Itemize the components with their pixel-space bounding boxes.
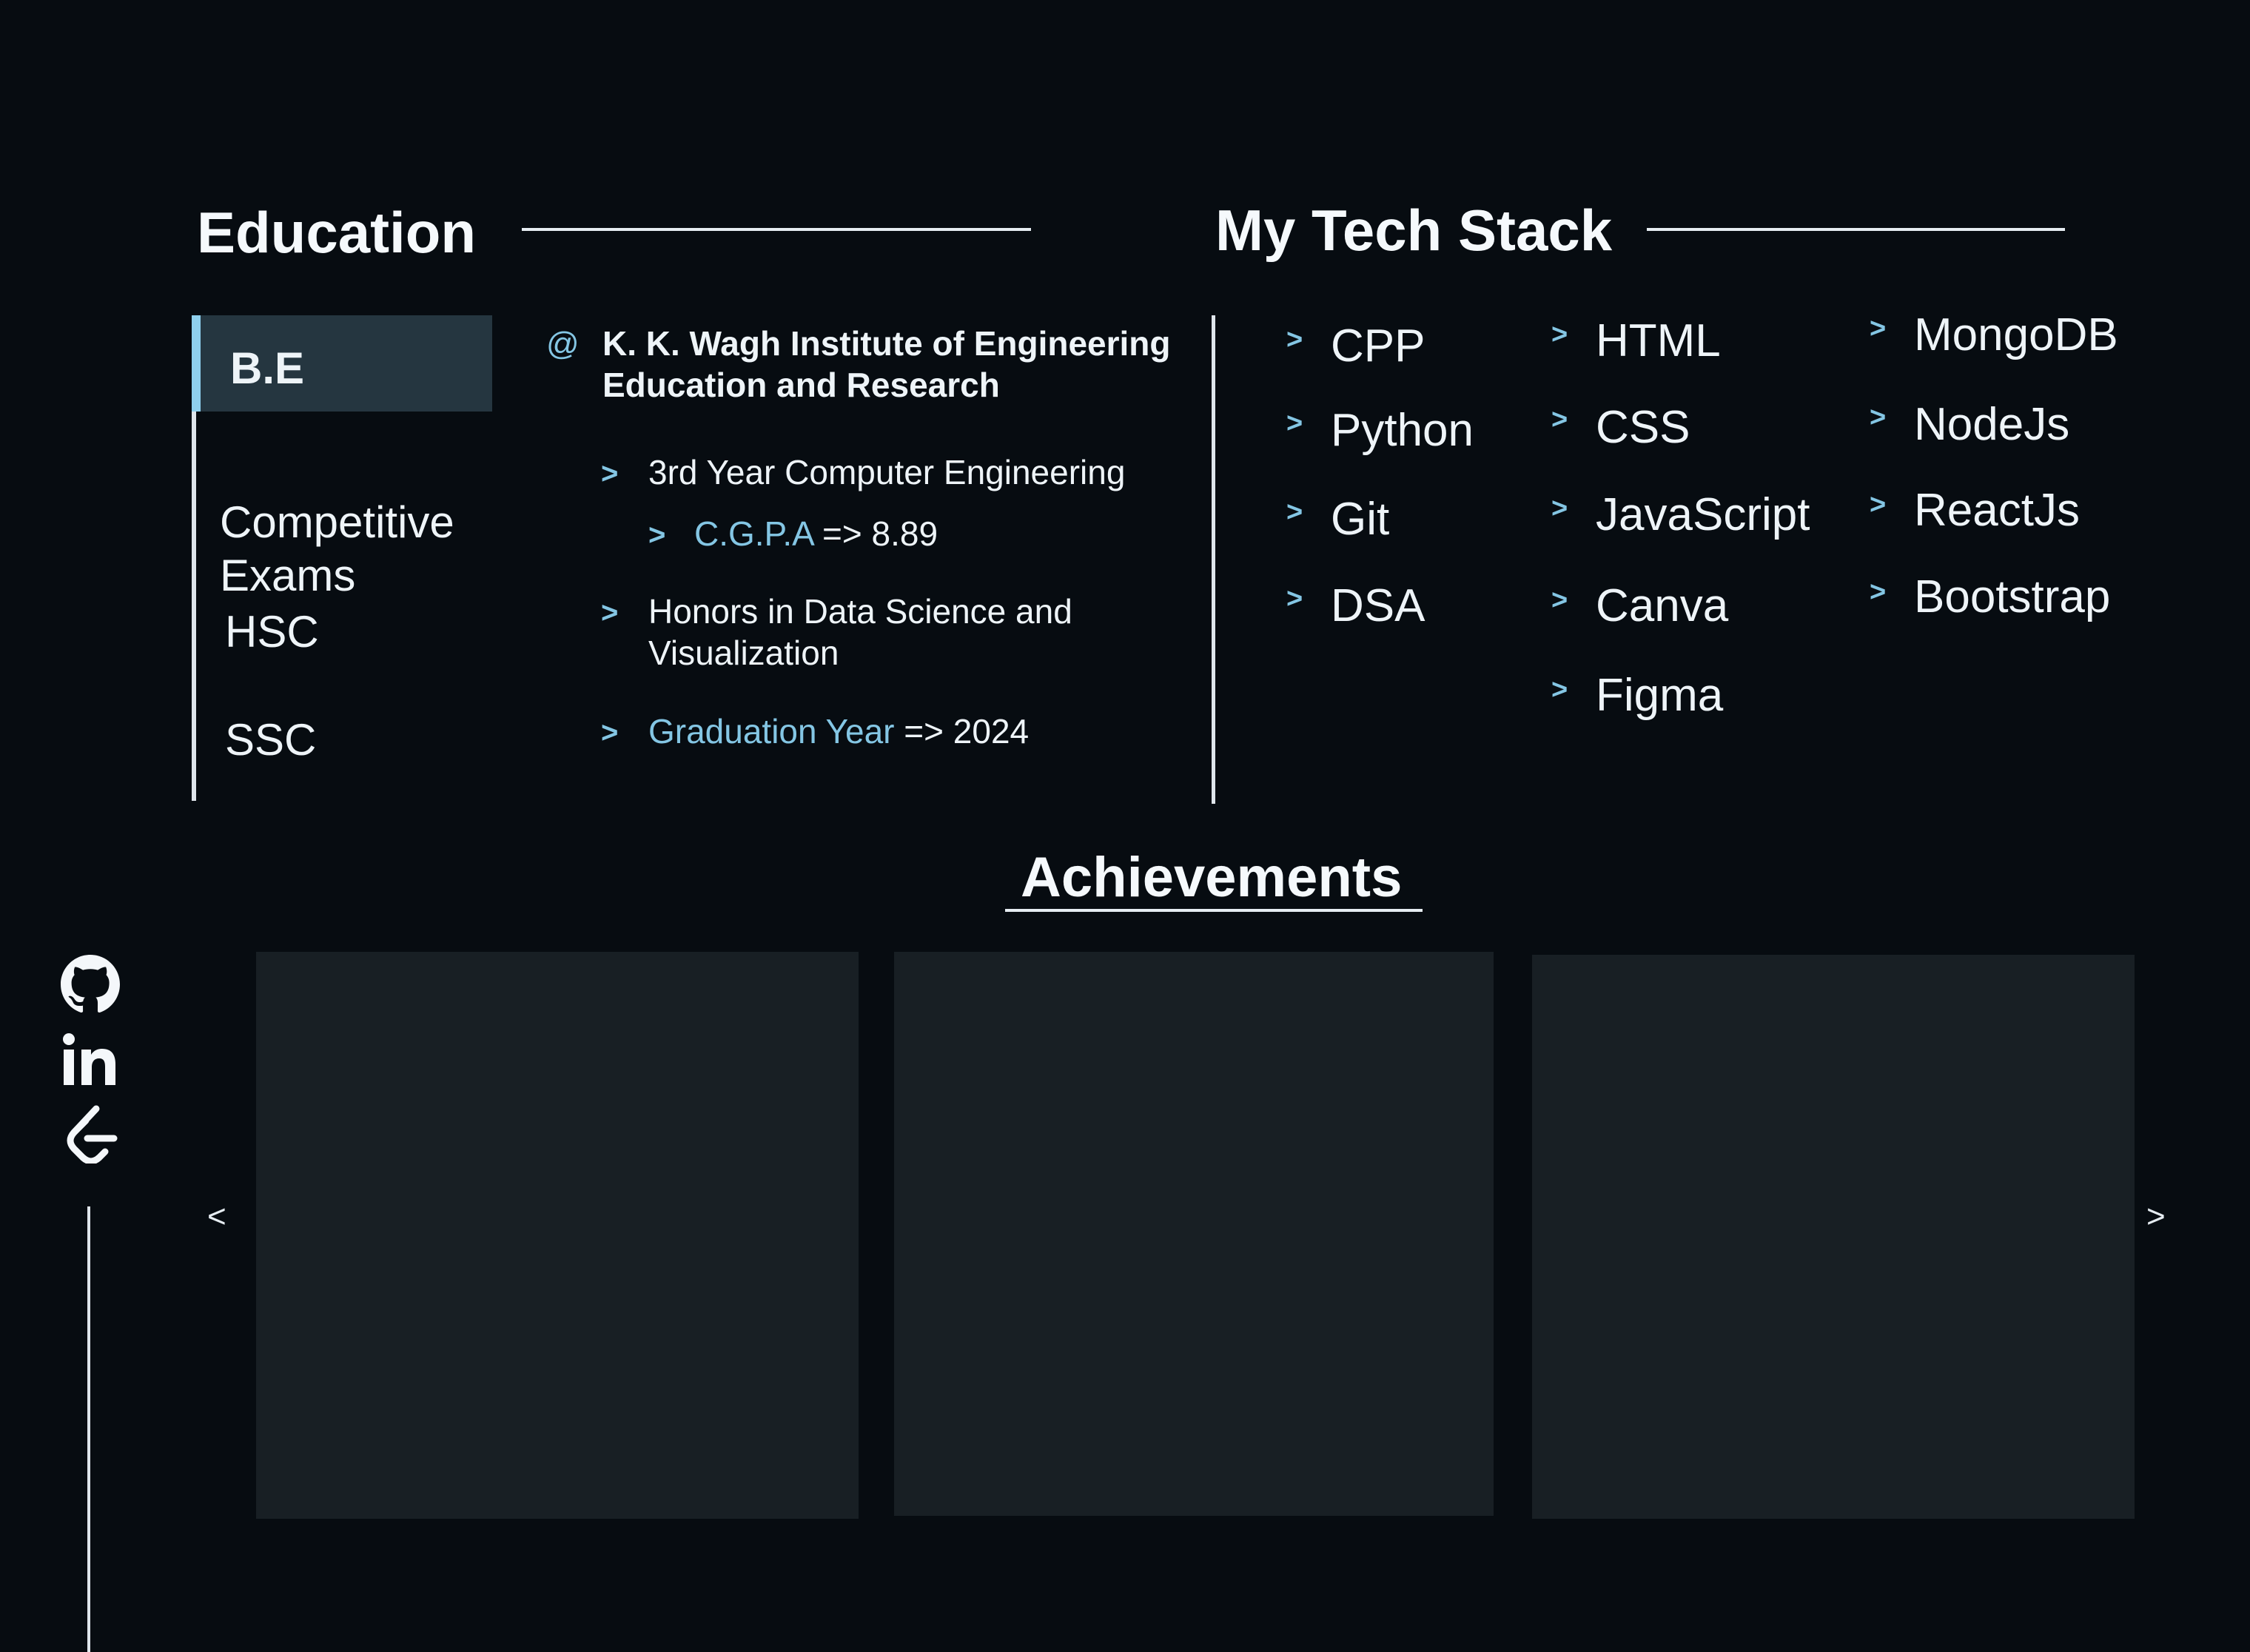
tech-item: JavaScript [1596,489,1810,540]
at-icon: @ [546,326,580,362]
chevron-right-icon: > [601,457,619,490]
tech-item: HTML [1596,315,1721,366]
achievements-underline [1005,909,1423,912]
tab-competitive-exams-label: Competitive Exams [220,497,454,600]
tab-be-label: B.E [230,343,305,393]
chevron-right-icon: > [601,716,619,749]
year-detail: 3rd Year Computer Engineering [648,453,1126,491]
tech-item: CSS [1596,402,1690,453]
github-icon[interactable] [61,955,120,1014]
chevron-right-icon: > [1286,324,1303,355]
chevron-right-icon: > [601,597,619,629]
tech-item: Figma [1596,670,1724,721]
achievements-title: Achievements [1021,846,1403,909]
tech-item: ReactJs [1914,485,2080,536]
tab-hsc[interactable]: HSC [192,605,525,659]
tech-stack-divider [1212,315,1215,804]
tab-hsc-label: HSC [225,607,319,657]
tab-ssc-label: SSC [225,715,317,765]
achievement-card[interactable] [1532,955,2135,1519]
tech-item: DSA [1331,580,1425,631]
cgpa-detail: C.G.P.A => 8.89 [694,513,938,554]
tab-competitive-exams[interactable]: Competitive Exams [192,443,520,602]
chevron-right-icon: > [648,519,666,551]
carousel-prev-button[interactable]: < [207,1201,226,1233]
chevron-right-icon: > [1286,497,1303,528]
institute-name: K. K. Wagh Institute of Engineering Educ… [602,324,1171,404]
tech-item: Canva [1596,580,1729,631]
leetcode-icon[interactable] [61,1104,120,1165]
cgpa-value: => 8.89 [813,514,938,553]
education-title-rule [522,228,1031,231]
carousel-next-button[interactable]: > [2146,1201,2166,1233]
tech-item: Python [1331,405,1474,456]
social-rail-line [87,1206,90,1652]
chevron-right-icon: > [1870,313,1887,344]
chevron-right-icon: > [1551,404,1568,435]
chevron-right-icon: > [1870,577,1887,608]
linkedin-icon[interactable] [61,1029,120,1088]
honors-detail: Honors in Data Science and Visualization [648,592,1072,672]
achievement-card[interactable] [256,952,859,1519]
chevron-right-icon: > [1551,319,1568,350]
tech-stack-title-rule [1647,228,2065,231]
chevron-right-icon: > [1286,408,1303,439]
tab-be[interactable]: B.E [192,315,492,412]
graduation-label: Graduation Year [648,712,895,751]
graduation-value: => 2024 [894,712,1030,751]
tech-item: NodeJs [1914,399,2070,450]
tech-item: MongoDB [1914,309,2118,360]
achievement-card[interactable] [894,952,1494,1516]
tech-item: Bootstrap [1914,571,2111,622]
graduation-detail: Graduation Year => 2024 [648,711,1029,752]
chevron-right-icon: > [1551,585,1568,616]
chevron-right-icon: > [1551,674,1568,705]
tech-item: CPP [1331,320,1425,372]
tech-stack-title: My Tech Stack [1215,198,1613,263]
cgpa-label: C.G.P.A [694,514,813,553]
chevron-right-icon: > [1551,493,1568,524]
chevron-right-icon: > [1870,489,1887,520]
education-title: Education [197,200,477,265]
chevron-right-icon: > [1870,402,1887,433]
chevron-right-icon: > [1286,583,1303,614]
tech-item: Git [1331,494,1390,545]
tab-ssc[interactable]: SSC [192,713,525,767]
